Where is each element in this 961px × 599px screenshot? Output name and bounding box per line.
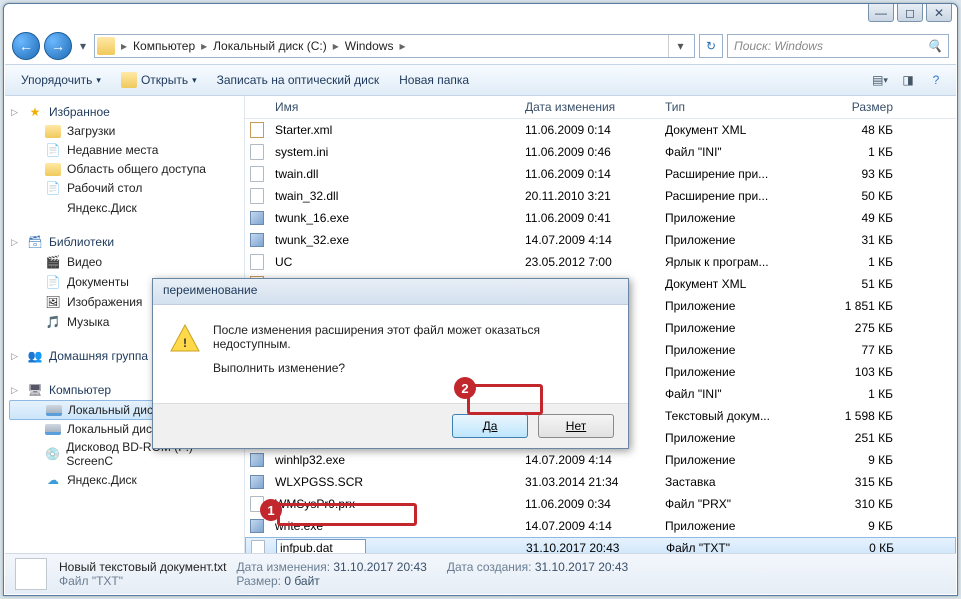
- file-row[interactable]: write.exe14.07.2009 4:14Приложение9 КБ: [245, 515, 956, 537]
- nav-favorites-header[interactable]: ▷★Избранное: [5, 102, 244, 122]
- window-controls: — ◻ ✕: [868, 4, 952, 22]
- col-date[interactable]: Дата изменения: [519, 100, 659, 114]
- folder-icon: [97, 37, 115, 55]
- warning-icon: !: [169, 323, 201, 355]
- file-row[interactable]: twunk_32.exe14.07.2009 4:14Приложение31 …: [245, 229, 956, 251]
- breadcrumb-computer[interactable]: Компьютер: [129, 39, 199, 53]
- search-input[interactable]: Поиск: Windows 🔍: [727, 34, 949, 58]
- file-row[interactable]: UC23.05.2012 7:00Ярлык к програм...1 КБ: [245, 251, 956, 273]
- view-button[interactable]: ▤ ▾: [868, 73, 892, 87]
- file-row[interactable]: 31.10.2017 20:43Файл "TXT"0 КБ: [245, 537, 956, 553]
- file-row[interactable]: WMSysPr9.prx11.06.2009 0:34Файл "PRX"310…: [245, 493, 956, 515]
- file-row[interactable]: WLXPGSS.SCR31.03.2014 21:34Заставка315 К…: [245, 471, 956, 493]
- nav-fav-item[interactable]: Загрузки: [5, 122, 244, 140]
- column-headers: Имя Дата изменения Тип Размер: [245, 96, 956, 119]
- address-bar[interactable]: ▸ Компьютер ▸ Локальный диск (C:) ▸ Wind…: [94, 34, 695, 58]
- rename-dialog: переименование ! После изменения расшире…: [152, 278, 629, 449]
- toolbar: Упорядочить▾ Открыть▾ Записать на оптиче…: [5, 64, 956, 96]
- nav-lib-item[interactable]: 🎬Видео: [5, 252, 244, 272]
- nav-comp-item[interactable]: ☁Яндекс.Диск: [5, 470, 244, 490]
- no-button[interactable]: Нет: [538, 414, 614, 438]
- new-folder-button[interactable]: Новая папка: [391, 69, 477, 91]
- rename-input[interactable]: [276, 539, 366, 553]
- nav-fav-item[interactable]: Область общего доступа: [5, 160, 244, 178]
- file-row[interactable]: twain.dll11.06.2009 0:14Расширение при..…: [245, 163, 956, 185]
- col-size[interactable]: Размер: [819, 100, 899, 114]
- breadcrumb-drive[interactable]: Локальный диск (C:): [209, 39, 331, 53]
- dialog-message-2: Выполнить изменение?: [213, 361, 610, 375]
- details-pane: Новый текстовый документ.txt Дата измене…: [5, 553, 956, 594]
- open-button[interactable]: Открыть▾: [113, 68, 205, 92]
- nav-fav-item[interactable]: 📄Недавние места: [5, 140, 244, 160]
- search-placeholder: Поиск: Windows: [734, 39, 823, 53]
- refresh-button[interactable]: ↻: [699, 34, 723, 58]
- burn-button[interactable]: Записать на оптический диск: [209, 69, 388, 91]
- organize-menu[interactable]: Упорядочить▾: [13, 69, 109, 91]
- nav-fav-item[interactable]: Яндекс.Диск: [5, 198, 244, 218]
- close-button[interactable]: ✕: [926, 4, 952, 22]
- details-text: Новый текстовый документ.txt Дата измене…: [59, 560, 628, 588]
- nav-history-dropdown[interactable]: ▾: [76, 35, 90, 57]
- nav-bar: ← → ▾ ▸ Компьютер ▸ Локальный диск (C:) …: [12, 29, 949, 63]
- file-row[interactable]: twunk_16.exe11.06.2009 0:41Приложение49 …: [245, 207, 956, 229]
- nav-fav-item[interactable]: 📄Рабочий стол: [5, 178, 244, 198]
- dialog-title: переименование: [153, 279, 628, 305]
- col-type[interactable]: Тип: [659, 100, 819, 114]
- forward-button[interactable]: →: [44, 32, 72, 60]
- col-name[interactable]: Имя: [269, 100, 519, 114]
- file-row[interactable]: winhlp32.exe14.07.2009 4:14Приложение9 К…: [245, 449, 956, 471]
- svg-text:!: !: [183, 336, 187, 350]
- address-dropdown[interactable]: ▾: [668, 35, 692, 57]
- nav-libraries-header[interactable]: ▷🗃Библиотеки: [5, 232, 244, 252]
- breadcrumb-folder[interactable]: Windows: [341, 39, 398, 53]
- file-row[interactable]: Starter.xml11.06.2009 0:14Документ XML48…: [245, 119, 956, 141]
- annotation-badge-2: 2: [454, 377, 476, 399]
- maximize-button[interactable]: ◻: [897, 4, 923, 22]
- file-row[interactable]: system.ini11.06.2009 0:46Файл "INI"1 КБ: [245, 141, 956, 163]
- file-icon: [15, 558, 47, 590]
- dialog-message-1: После изменения расширения этот файл мож…: [213, 323, 610, 351]
- file-row[interactable]: twain_32.dll20.11.2010 3:21Расширение пр…: [245, 185, 956, 207]
- help-button[interactable]: ?: [924, 73, 948, 87]
- back-button[interactable]: ←: [12, 32, 40, 60]
- preview-pane-button[interactable]: ◨: [896, 73, 920, 87]
- search-icon: 🔍: [927, 39, 942, 53]
- yes-button[interactable]: Да: [452, 414, 528, 438]
- minimize-button[interactable]: —: [868, 4, 894, 22]
- annotation-badge-1: 1: [260, 499, 282, 521]
